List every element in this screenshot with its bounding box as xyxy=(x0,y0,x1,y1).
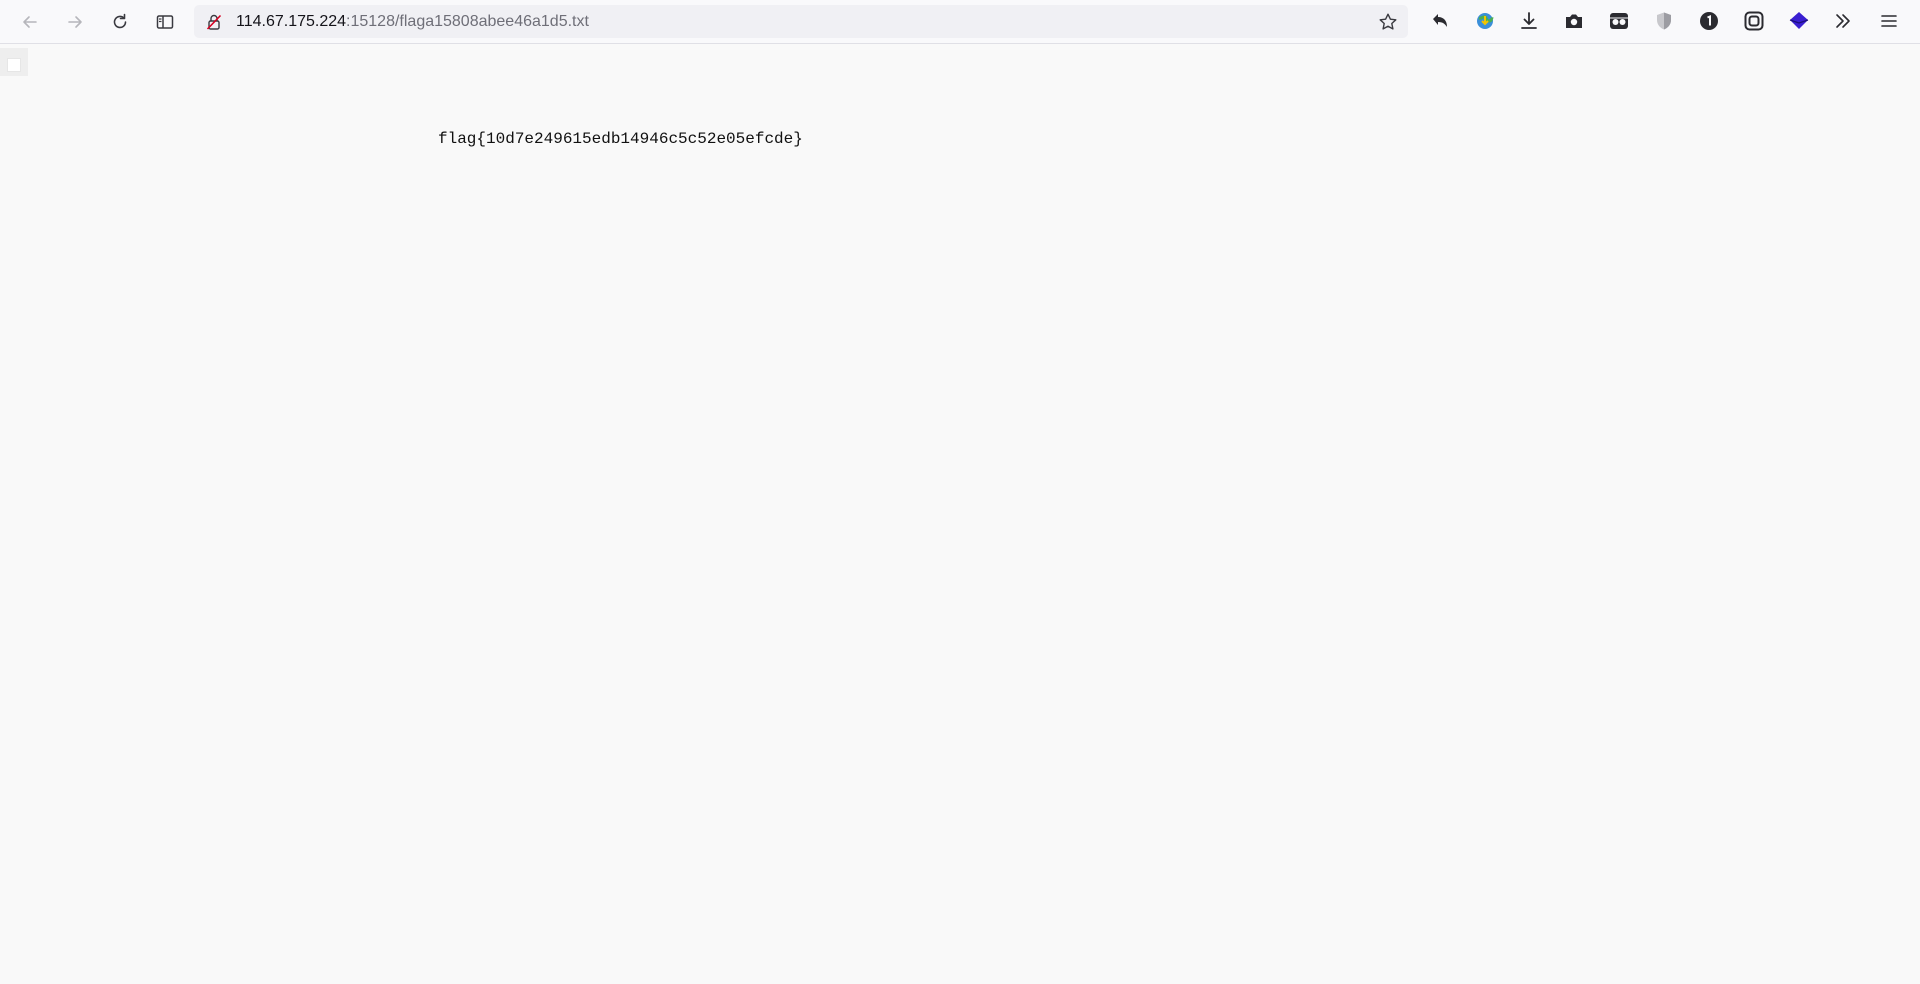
shield-extension-button[interactable] xyxy=(1651,8,1677,34)
onepassword-extension-button[interactable] xyxy=(1696,8,1722,34)
more-tools-button[interactable] xyxy=(1830,8,1856,34)
back-button[interactable] xyxy=(14,6,46,38)
url-host: 114.67.175.224 xyxy=(236,13,347,30)
undo-arrow-icon xyxy=(1433,14,1447,27)
eyes-extension-button[interactable] xyxy=(1606,8,1632,34)
back-arrow-icon xyxy=(23,16,37,28)
eyes-icon xyxy=(1610,13,1628,29)
reload-button[interactable] xyxy=(104,6,136,38)
link-extension-button[interactable] xyxy=(1741,8,1767,34)
forward-arrow-icon xyxy=(68,16,82,28)
undo-extension-button[interactable] xyxy=(1427,8,1453,34)
url-text[interactable]: 114.67.175.224:15128/flaga15808abee46a1d… xyxy=(236,5,589,38)
sidebar-icon xyxy=(156,15,174,29)
corner-placeholder xyxy=(0,48,28,76)
star-icon[interactable] xyxy=(1378,12,1398,32)
reload-icon xyxy=(113,13,127,29)
shield-icon xyxy=(1657,12,1671,30)
link-icon xyxy=(1744,11,1764,31)
url-bar[interactable]: 114.67.175.224:15128/flaga15808abee46a1d… xyxy=(194,5,1408,38)
page-content: flag{10d7e249615edb14946c5c52e05efcde} xyxy=(0,44,1920,984)
onepassword-icon xyxy=(1700,12,1718,30)
app-menu-button[interactable] xyxy=(1876,8,1902,34)
globe-download-icon xyxy=(1477,13,1494,29)
chevron-double-right-icon xyxy=(1836,14,1850,28)
downloads-button[interactable] xyxy=(1516,8,1542,34)
menu-icon xyxy=(1881,15,1897,27)
diamond-extension-button[interactable] xyxy=(1786,8,1812,34)
diamond-icon xyxy=(1789,12,1809,29)
sidebar-button[interactable] xyxy=(149,6,181,38)
download-icon xyxy=(1521,12,1537,29)
screenshot-button[interactable] xyxy=(1561,8,1587,34)
camera-icon xyxy=(1566,14,1582,28)
globe-download-extension-button[interactable] xyxy=(1472,8,1498,34)
document-text: flag{10d7e249615edb14946c5c52e05efcde} xyxy=(438,130,803,148)
url-path: :15128/flaga15808abee46a1d5.txt xyxy=(346,13,589,30)
browser-toolbar: 114.67.175.224:15128/flaga15808abee46a1d… xyxy=(0,0,1920,44)
forward-button[interactable] xyxy=(59,6,91,38)
insecure-lock-icon[interactable] xyxy=(205,13,223,31)
